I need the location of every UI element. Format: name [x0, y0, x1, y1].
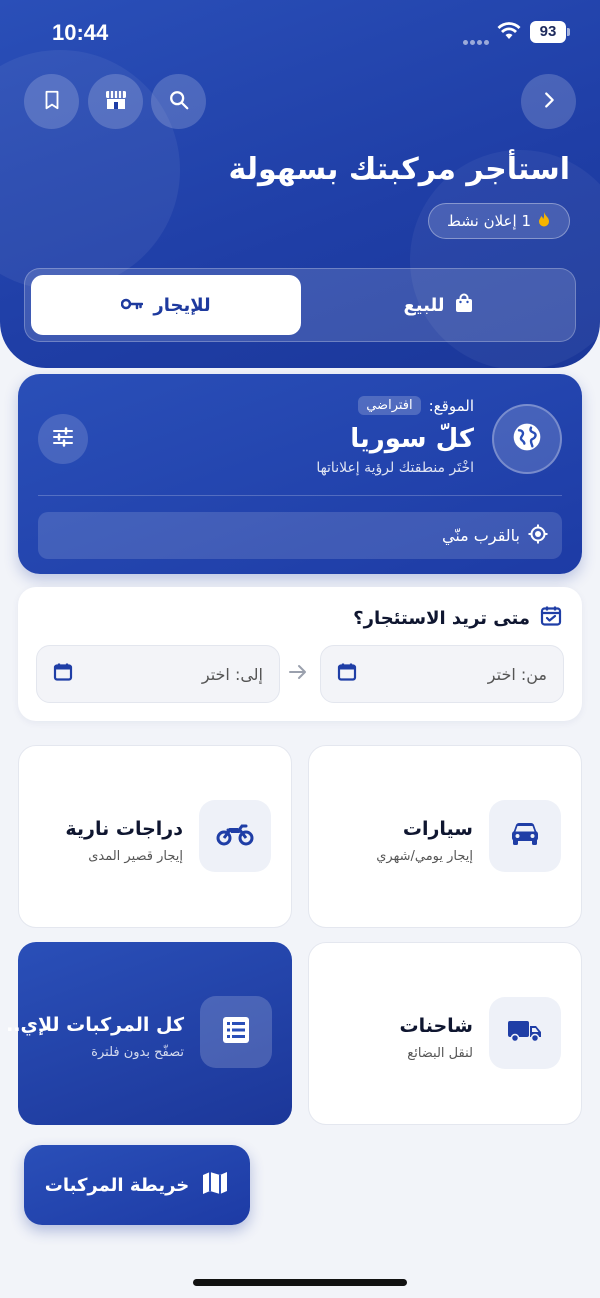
- page-title: استأجر مركبتك بسهولة: [228, 152, 570, 187]
- from-date-label: من: اختر: [487, 664, 547, 684]
- category-title: دراجات نارية: [65, 818, 183, 840]
- date-title-row: متى تريد الاستئجار؟: [353, 605, 562, 632]
- battery-level: 93: [530, 21, 566, 43]
- near-me-button[interactable]: بالقرب منّي: [38, 512, 562, 559]
- search-icon: [168, 89, 190, 115]
- rent-tab-label: للإيجار: [153, 294, 211, 316]
- category-subtitle: تصفّح بدون فلترة: [91, 1045, 184, 1060]
- wifi-icon: [497, 22, 521, 44]
- map-icon: [201, 1170, 229, 1201]
- default-badge: افتراضي: [358, 396, 421, 415]
- from-date-field[interactable]: من: اختر: [320, 645, 564, 703]
- rent-tab[interactable]: للإيجار: [31, 275, 301, 335]
- sale-tab[interactable]: للبيع: [307, 275, 569, 335]
- category-motorcycles[interactable]: دراجات نارية إيجار قصير المدى: [18, 745, 292, 928]
- location-card[interactable]: الموقع: افتراضي كلّ سوريا اخْتَر منطقتك …: [18, 374, 582, 574]
- status-time: 10:44: [52, 20, 109, 45]
- store-button[interactable]: [88, 74, 143, 129]
- active-listings-text: 1 إعلان نشط: [447, 212, 531, 230]
- category-trucks[interactable]: شاحنات لنقل البضائع: [308, 942, 582, 1125]
- globe-icon: [511, 421, 543, 457]
- chevron-right-icon: [538, 89, 560, 115]
- category-cars[interactable]: سيارات إيجار يومي/شهري: [308, 745, 582, 928]
- category-title: كل المركبات للإي..: [6, 1014, 184, 1036]
- location-globe: [492, 404, 562, 474]
- header: 10:44 93 استأجر مركبتك بسهولة 1 إعلان نش…: [0, 0, 600, 368]
- category-all-vehicles[interactable]: كل المركبات للإي.. تصفّح بدون فلترة: [6, 942, 292, 1125]
- category-icon-box: [199, 800, 271, 872]
- search-button[interactable]: [151, 74, 206, 129]
- bookmark-button[interactable]: [24, 74, 79, 129]
- calendar-check-icon: [540, 605, 562, 632]
- near-me-label: بالقرب منّي: [441, 526, 520, 545]
- filter-button[interactable]: [38, 414, 88, 464]
- flame-icon: [537, 211, 551, 231]
- arrow-right-icon: [288, 663, 308, 685]
- date-card: متى تريد الاستئجار؟ من: اختر إلى: اختر: [18, 587, 582, 721]
- divider: [38, 495, 562, 496]
- battery-icon: [567, 28, 570, 36]
- category-icon-box: [200, 996, 272, 1068]
- shopping-bag-icon: [455, 293, 473, 318]
- forward-button[interactable]: [521, 74, 576, 129]
- listing-type-toggle: للإيجار للبيع: [24, 268, 576, 342]
- crosshair-icon: [528, 524, 548, 548]
- category-subtitle: لنقل البضائع: [407, 1046, 473, 1061]
- category-icon-box: [489, 997, 561, 1069]
- location-label: الموقع:: [428, 396, 474, 415]
- calendar-icon: [337, 662, 357, 686]
- category-title: شاحنات: [399, 1015, 474, 1037]
- sliders-icon: [52, 427, 74, 451]
- location-value: كلّ سوريا: [350, 424, 474, 454]
- vehicle-map-button[interactable]: خريطة المركبات: [24, 1145, 250, 1225]
- bookmark-icon: [41, 89, 63, 115]
- truck-icon: [507, 1018, 543, 1048]
- date-title: متى تريد الاستئجار؟: [353, 608, 530, 629]
- home-indicator: [193, 1279, 407, 1286]
- key-icon: [121, 295, 144, 316]
- category-icon-box: [489, 800, 561, 872]
- sale-tab-label: للبيع: [403, 294, 445, 316]
- status-bar: 10:44 93: [0, 0, 600, 66]
- to-date-field[interactable]: إلى: اختر: [36, 645, 280, 703]
- list-icon: [221, 1015, 251, 1049]
- category-subtitle: إيجار يومي/شهري: [376, 849, 473, 864]
- location-hint: اخْتَر منطقتك لرؤية إعلاناتها: [316, 460, 474, 476]
- category-subtitle: إيجار قصير المدى: [88, 849, 183, 864]
- category-title: سيارات: [402, 818, 473, 840]
- store-icon: [104, 89, 128, 115]
- calendar-icon: [53, 662, 73, 686]
- vehicle-map-label: خريطة المركبات: [44, 1174, 190, 1196]
- motorcycle-icon: [216, 821, 254, 851]
- car-icon: [509, 820, 541, 852]
- active-listings-badge[interactable]: 1 إعلان نشط: [428, 203, 570, 239]
- to-date-label: إلى: اختر: [201, 664, 263, 684]
- header-decoration: [0, 50, 180, 290]
- signal-icon: [463, 30, 491, 49]
- location-label-row: الموقع: افتراضي: [358, 396, 474, 415]
